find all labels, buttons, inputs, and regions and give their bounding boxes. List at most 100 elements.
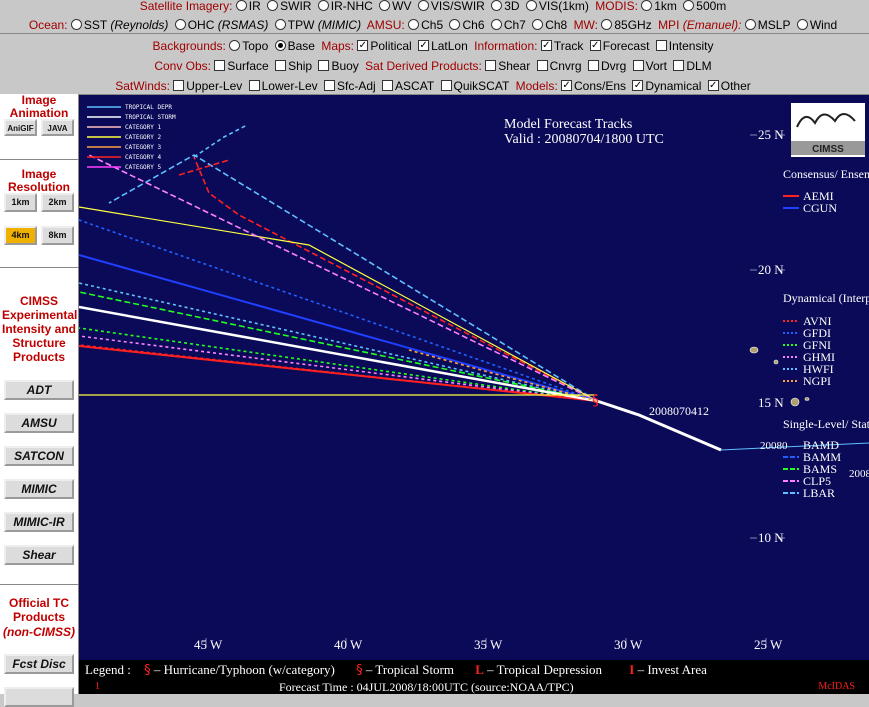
intensity-checkbox[interactable]: Intensity xyxy=(655,38,713,54)
backgrounds-row: Backgrounds: Topo Base Maps: Political L… xyxy=(0,38,869,54)
topo-option[interactable]: Topo xyxy=(229,38,268,54)
radio-icon xyxy=(229,40,241,51)
amsu-button[interactable]: AMSU xyxy=(4,413,74,433)
upper-lev-checkbox[interactable]: Upper-Lev xyxy=(173,78,242,94)
buoy-checkbox[interactable]: Buoy xyxy=(318,58,359,74)
gfni-track xyxy=(79,327,598,402)
checkbox-icon xyxy=(632,60,644,71)
satwinds-label: SatWinds: xyxy=(115,79,170,93)
tropical-depression-symbol-icon: L xyxy=(475,662,484,677)
fcst-disc-button[interactable]: Fcst Disc xyxy=(4,654,74,674)
ch6-option[interactable]: Ch6 xyxy=(449,17,485,33)
res-4km-button[interactable]: 4km xyxy=(4,226,37,245)
political-checkbox[interactable]: Political xyxy=(357,38,412,54)
forecast-time-footer: 1 Forecast Time : 04JUL2008/18:00UTC (so… xyxy=(79,680,869,694)
radio-icon xyxy=(532,19,544,30)
wind-option[interactable]: Wind xyxy=(796,17,837,33)
mimic-ir-button[interactable]: MIMIC-IR xyxy=(4,512,74,532)
res-2km-button[interactable]: 2km xyxy=(41,193,74,212)
ch8-option[interactable]: Ch8 xyxy=(532,17,567,33)
checkbox-icon xyxy=(382,80,394,91)
ch7-option[interactable]: Ch7 xyxy=(490,17,526,33)
ohc-option[interactable]: OHC (RSMAS) xyxy=(174,17,268,33)
adt-button[interactable]: ADT xyxy=(4,380,74,400)
maps-label: Maps: xyxy=(321,39,355,53)
cimss-logo: CIMSS xyxy=(791,103,865,157)
satcon-button[interactable]: SATCON xyxy=(4,446,74,466)
radio-icon xyxy=(267,0,279,11)
checkbox-icon xyxy=(655,40,667,51)
other-checkbox[interactable]: Other xyxy=(707,78,751,94)
sfc-adj-checkbox[interactable]: Sfc-Adj xyxy=(324,78,376,94)
ascat-checkbox[interactable]: ASCAT xyxy=(382,78,434,94)
category-label: CATEGORY 4 xyxy=(125,154,162,161)
mimic-button[interactable]: MIMIC xyxy=(4,479,74,499)
modis-1km-option[interactable]: 1km xyxy=(641,0,677,14)
checkbox-icon xyxy=(318,60,330,71)
ir-option[interactable]: IR xyxy=(235,0,261,14)
conv-obs-row: Conv Obs: Surface Ship Buoy Sat Derived … xyxy=(0,58,869,74)
vis-swir-option[interactable]: VIS/SWIR xyxy=(417,0,485,14)
footer-forecast-time: Forecast Time : 04JUL2008/18:00UTC (sour… xyxy=(279,680,574,694)
anigif-button[interactable]: AniGIF xyxy=(4,119,37,136)
res-8km-button[interactable]: 8km xyxy=(41,226,74,245)
category-label: CATEGORY 5 xyxy=(125,164,162,171)
shear-button[interactable]: Shear xyxy=(4,545,74,565)
modis-500m-option[interactable]: 500m xyxy=(683,0,726,14)
dvrg-checkbox[interactable]: Dvrg xyxy=(587,58,626,74)
footer-frame-number: 1 xyxy=(95,681,100,692)
3d-option[interactable]: 3D xyxy=(491,0,520,14)
checkbox-checked-icon xyxy=(707,80,719,91)
group-heading-consensus: Consensus/ Ensemble xyxy=(783,167,869,181)
lbar-track xyxy=(108,154,598,402)
sst-option[interactable]: SST (Reynolds) xyxy=(70,17,168,33)
yellow-track xyxy=(79,206,598,402)
red-tail xyxy=(178,159,230,176)
radio-icon xyxy=(744,19,756,30)
mslp-option[interactable]: MSLP xyxy=(744,17,790,33)
checkbox-checked-icon xyxy=(418,40,430,51)
cons-ens-checkbox[interactable]: Cons/Ens xyxy=(561,78,626,94)
lon-label-45w: 45 W xyxy=(194,637,223,652)
next-official-button[interactable] xyxy=(4,687,74,707)
options-toolbar: Satellite Imagery: IR SWIR IR-NHC WV VIS… xyxy=(0,0,869,95)
clp5-track xyxy=(88,154,598,402)
wv-option[interactable]: WV xyxy=(379,0,411,14)
satwinds-row: SatWinds: Upper-Lev Lower-Lev Sfc-Adj AS… xyxy=(0,78,869,94)
invest-symbol-icon: I xyxy=(629,662,635,677)
85ghz-option[interactable]: 85GHz xyxy=(601,17,652,33)
radio-icon xyxy=(683,0,695,11)
tpw-option[interactable]: TPW (MIMIC) xyxy=(274,17,361,33)
ch5-option[interactable]: Ch5 xyxy=(408,17,443,33)
res-1km-button[interactable]: 1km xyxy=(4,193,37,212)
map-canvas: § 2008070412 20080 2008 Model Forecast T… xyxy=(79,103,869,652)
legend-item-hurricane: – Hurricane/Typhoon (w/category) xyxy=(153,662,335,677)
category-label: CATEGORY 2 xyxy=(125,134,162,141)
dlm-checkbox[interactable]: DLM xyxy=(673,58,712,74)
dynamical-checkbox[interactable]: Dynamical xyxy=(632,78,701,94)
quikscat-checkbox[interactable]: QuikSCAT xyxy=(440,78,509,94)
category-label: TROPICAL STORM xyxy=(125,114,176,121)
legend-label-ngpi: NGPI xyxy=(803,374,831,388)
lon-label-25w: 25 W xyxy=(754,637,783,652)
java-button[interactable]: JAVA xyxy=(41,119,74,136)
vort-checkbox[interactable]: Vort xyxy=(632,58,667,74)
radio-icon xyxy=(317,0,329,11)
ir-nhc-option[interactable]: IR-NHC xyxy=(317,0,373,14)
swir-option[interactable]: SWIR xyxy=(267,0,311,14)
base-option[interactable]: Base xyxy=(274,38,315,54)
radio-icon xyxy=(274,19,286,30)
latlon-checkbox[interactable]: LatLon xyxy=(418,38,468,54)
lat-label-10n: 10 N xyxy=(758,530,784,545)
cnvrg-checkbox[interactable]: Cnvrg xyxy=(536,58,582,74)
ship-checkbox[interactable]: Ship xyxy=(275,58,312,74)
model-tracks xyxy=(79,124,869,452)
bams-track xyxy=(79,291,598,402)
shear-checkbox[interactable]: Shear xyxy=(485,58,530,74)
lower-lev-checkbox[interactable]: Lower-Lev xyxy=(248,78,318,94)
surface-checkbox[interactable]: Surface xyxy=(214,58,269,74)
forecast-checkbox[interactable]: Forecast xyxy=(589,38,649,54)
information-label: Information: xyxy=(474,39,538,53)
vis-1km-option[interactable]: VIS(1km) xyxy=(525,0,589,14)
track-checkbox[interactable]: Track xyxy=(540,38,583,54)
